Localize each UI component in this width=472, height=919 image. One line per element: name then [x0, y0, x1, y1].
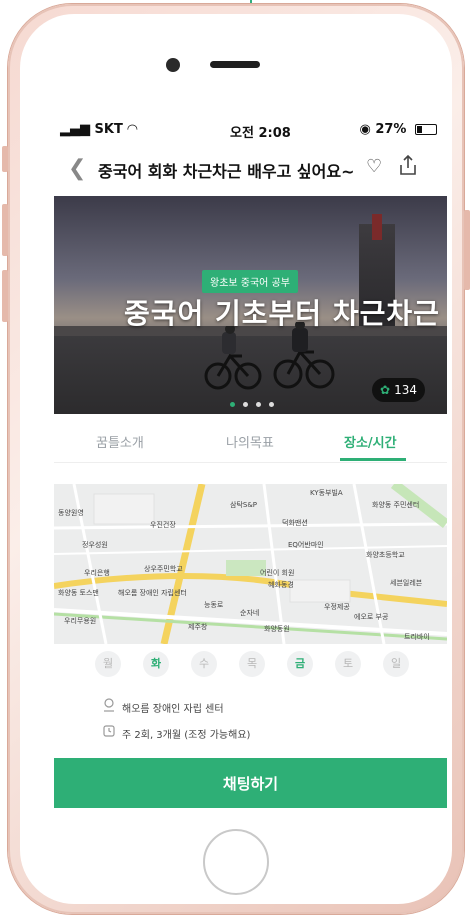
chat-button[interactable]: 채팅하기 — [54, 758, 447, 808]
map-label: 우진건장 — [150, 521, 176, 529]
map-label: 제주창 — [188, 623, 208, 631]
camera-icon — [166, 58, 180, 72]
map-label: 정우성원 — [82, 541, 108, 549]
lock-rotation-icon: ◉ — [359, 122, 371, 137]
carrier-indicator: ▂▄▆ SKT ◠ — [60, 122, 137, 137]
power-button — [464, 210, 470, 290]
hero-tag: 왕초보 중국어 공부 — [202, 270, 298, 293]
share-icon[interactable] — [398, 154, 418, 176]
day-tue[interactable]: 화 — [143, 651, 169, 677]
day-thu[interactable]: 목 — [239, 651, 265, 677]
battery-icon — [415, 124, 437, 135]
map-label: 덕화맨션 — [282, 519, 308, 527]
wifi-icon: ◠ — [127, 122, 138, 137]
nav-bar: ❮ 중국어 회화 차근차근 배우고 싶어요~ ♡ — [54, 142, 447, 194]
mute-switch — [2, 146, 8, 172]
map-label: 화양동 토스맨 — [58, 589, 99, 597]
carrier-label: SKT — [94, 122, 123, 137]
tab-goal[interactable]: 나의목표 — [226, 432, 274, 451]
map-label: 우정제공 — [324, 603, 350, 611]
location-map[interactable]: KY동부빌A 삼탁S&P 화양동 주민센터 우진건장 덕화맨션 정우성원 EQ어… — [54, 484, 447, 644]
map-label: 해오롬 장애인 자립센터 — [118, 589, 187, 597]
likes-badge[interactable]: ✿ 134 — [372, 378, 425, 402]
map-label: 우리은행 — [84, 569, 110, 577]
place-text: 해오름 장애인 자립 센터 — [122, 704, 224, 715]
schedule-row: 주 2회, 3개월 (조정 가능해요) — [103, 725, 251, 741]
map-label: 동양원영 — [58, 509, 84, 517]
map-label: 우리무용원 — [64, 617, 97, 625]
speaker-grill — [210, 61, 260, 68]
carousel-dot[interactable] — [243, 402, 248, 407]
day-fri[interactable]: 금 — [287, 651, 313, 677]
map-label: 삼탁S&P — [230, 501, 258, 509]
status-bar: ▂▄▆ SKT ◠ 오전 2:08 ◉ 27% — [54, 118, 447, 142]
hero-banner[interactable]: 왕초보 중국어 공부 중국어 기초부터 차근차근 ✿ 134 — [54, 196, 447, 414]
signal-icon: ▂▄▆ — [60, 122, 90, 137]
tab-bar: 꿈틀소개 나의목표 장소/시간 — [54, 422, 447, 463]
map-label: 에오로 부공 — [354, 613, 389, 621]
map-label: 능동로 — [204, 601, 224, 609]
status-time: 오전 2:08 — [230, 126, 291, 141]
day-wed[interactable]: 수 — [191, 651, 217, 677]
carousel-dot[interactable] — [256, 402, 261, 407]
map-label: 혜화동경 — [268, 581, 294, 589]
tab-place-time[interactable]: 장소/시간 — [344, 432, 397, 451]
map-label: 트리바이 — [404, 633, 430, 641]
schedule-text: 주 2회, 3개월 (조정 가능해요) — [122, 730, 251, 741]
day-sat[interactable]: 토 — [335, 651, 361, 677]
cyclist-right-graphic — [273, 322, 335, 389]
hero-title: 중국어 기초부터 차근차근 — [124, 297, 440, 330]
carousel-dot[interactable] — [230, 402, 235, 407]
map-label: 화양동원 — [264, 625, 290, 633]
alarm-clock-icon — [103, 725, 115, 737]
carousel-dots[interactable] — [230, 392, 282, 411]
app-screen: ▂▄▆ SKT ◠ 오전 2:08 ◉ 27% ❮ 중국어 회화 차근차근 배우… — [54, 118, 447, 808]
map-label: 화양동 주민센터 — [372, 501, 420, 509]
map-label: 상우주민학교 — [144, 565, 183, 573]
map-label: 화양초등학교 — [366, 551, 405, 559]
page-title: 중국어 회화 차근차근 배우고 싶어요~ — [98, 162, 355, 181]
map-label: 어린이 회원 — [260, 569, 295, 577]
map-label: EQ어반마인 — [288, 541, 324, 549]
carousel-dot[interactable] — [269, 402, 274, 407]
tab-active-indicator — [340, 458, 406, 461]
back-chevron-icon[interactable]: ❮ — [68, 156, 86, 181]
map-label: 순자네 — [240, 609, 260, 617]
volume-up-button — [2, 204, 8, 256]
sprout-icon: ✿ — [380, 383, 391, 397]
cyclist-left-graphic — [204, 326, 262, 390]
tab-intro[interactable]: 꿈틀소개 — [96, 432, 144, 451]
weekday-selector: 월 화 수 목 금 토 일 — [95, 649, 425, 679]
volume-down-button — [2, 270, 8, 322]
battery-indicator: ◉ 27% — [359, 122, 437, 137]
flag-graphic — [372, 214, 382, 240]
favorite-heart-icon[interactable]: ♡ — [366, 156, 382, 177]
day-mon[interactable]: 월 — [95, 651, 121, 677]
location-pin-icon — [104, 698, 114, 712]
battery-percent: 27% — [375, 122, 407, 137]
map-label: KY동부빌A — [310, 489, 343, 497]
map-label: 세븐일레븐 — [390, 579, 423, 587]
likes-count: 134 — [394, 383, 417, 397]
place-row: 해오름 장애인 자립 센터 — [104, 698, 224, 715]
home-button[interactable] — [203, 829, 269, 895]
day-sun[interactable]: 일 — [383, 651, 409, 677]
